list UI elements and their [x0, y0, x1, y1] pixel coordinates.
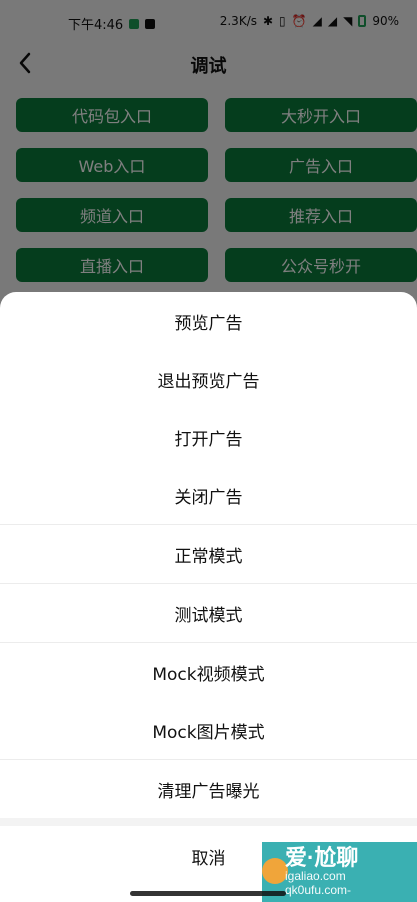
action-clear-ad-exposure[interactable]: 清理广告曝光: [0, 760, 417, 818]
action-preview-ad[interactable]: 预览广告: [0, 292, 417, 350]
watermark-title: 爱·尬聊: [285, 845, 359, 870]
action-exit-preview-ad[interactable]: 退出预览广告: [0, 350, 417, 408]
action-mock-video-mode[interactable]: Mock视频模式: [0, 643, 417, 701]
action-normal-mode[interactable]: 正常模式: [0, 525, 417, 583]
watermark-url-2: qk0ufu.com-: [285, 883, 352, 897]
home-indicator[interactable]: [130, 891, 286, 896]
action-test-mode[interactable]: 测试模式: [0, 584, 417, 642]
watermark-url: igaliao.com: [285, 869, 346, 883]
action-close-ad[interactable]: 关闭广告: [0, 466, 417, 524]
action-sheet: 预览广告 退出预览广告 打开广告 关闭广告 正常模式 测试模式 Mock视频模式…: [0, 292, 417, 902]
action-mock-image-mode[interactable]: Mock图片模式: [0, 701, 417, 759]
watermark: 爱·尬聊 igaliao.com qk0ufu.com-: [285, 842, 417, 902]
action-open-ad[interactable]: 打开广告: [0, 408, 417, 466]
sheet-gap: [0, 818, 417, 826]
